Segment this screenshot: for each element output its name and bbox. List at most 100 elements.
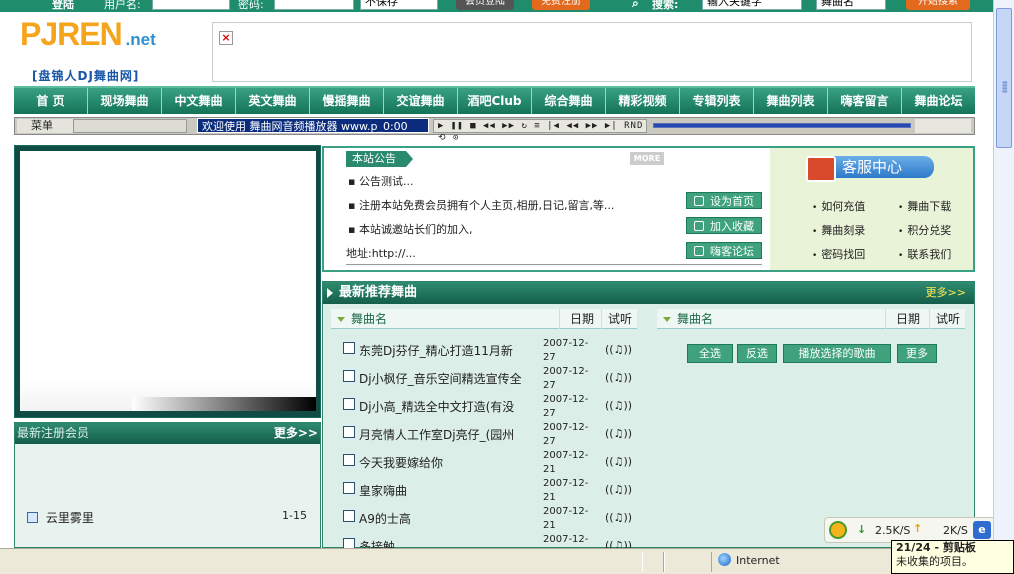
song-row[interactable]: 东莞Dj芬仔_精心打造11月新 2007-12-27 ((♫)) (343, 337, 633, 365)
privacy-icon[interactable] (642, 552, 664, 572)
top-login-bar: 登陆 用户名: 密码: 不保存 会员登陆 免费注册 ⌕ 搜索: 输入关键字 舞曲… (0, 0, 993, 12)
song-checkbox[interactable] (343, 510, 355, 522)
forum-button[interactable]: 嗨客论坛 (686, 242, 762, 259)
invert-select-button[interactable]: 反选 (737, 344, 777, 363)
internet-zone[interactable]: Internet (718, 553, 780, 567)
member-name[interactable]: 云里雾里 (46, 511, 94, 525)
service-center: 客服中心 如何充值 舞曲下载 舞曲刻录 积分兑奖 密码找回 联系我们 (770, 148, 973, 270)
player-controls[interactable]: ▶ ❚❚ ■ ◀◀ ▶▶ ↻ ≡ |◀ ◀◀ ▶▶ ▶| RND ⟲ ⊙ (433, 119, 647, 143)
song-date: 2007-12-21 (543, 478, 589, 503)
remember-select[interactable]: 不保存 (360, 0, 438, 10)
search-type-select[interactable]: 舞曲名 (816, 0, 886, 10)
col-date: 日期 (559, 309, 594, 329)
username-input[interactable] (152, 0, 230, 10)
song-name[interactable]: 今天我要嫁给你 (359, 454, 527, 471)
headphone-icon[interactable]: ((♫)) (605, 427, 632, 440)
nav-item-albums[interactable]: 专辑列表 (680, 88, 754, 114)
logo-subtitle: [盘锦人DJ舞曲网] (32, 69, 140, 83)
song-name[interactable]: Dj小高_精选全中文打造(有没 (359, 398, 527, 415)
notice-more-button[interactable]: MORE (630, 152, 664, 165)
song-row[interactable]: 多接触 2007-12- ((♫)) (343, 533, 633, 548)
nav-item-video[interactable]: 精彩视频 (606, 88, 680, 114)
song-name[interactable]: 多接触 (359, 538, 527, 548)
notice-line[interactable]: ▪ 注册本站免费会员拥有个人主页,相册,日记,留言,等... (348, 197, 614, 213)
song-name[interactable]: Dj小枫仔_音乐空间精选宣传全 (359, 370, 527, 387)
headphone-icon[interactable]: ((♫)) (605, 399, 632, 412)
notice-line[interactable]: ▪ 公告测试... (348, 173, 413, 189)
more-songs-button[interactable]: 更多 (897, 344, 937, 363)
song-checkbox[interactable] (343, 454, 355, 466)
notice-panel: 本站公告 MORE ▪ 公告测试... ▪ 注册本站免费会员拥有个人主页,相册,… (322, 146, 975, 272)
song-checkbox[interactable] (343, 398, 355, 410)
nav-item-english[interactable]: 英文舞曲 (236, 88, 310, 114)
headphone-icon[interactable]: ((♫)) (605, 483, 632, 496)
headphone-icon[interactable]: ((♫)) (605, 539, 632, 548)
song-row[interactable]: A9的士高 2007-12-21 ((♫)) (343, 505, 633, 533)
video-panel (14, 145, 321, 418)
service-link-recharge[interactable]: 如何充值 (812, 198, 865, 214)
service-link-download[interactable]: 舞曲下载 (898, 198, 951, 214)
headphone-icon[interactable]: ((♫)) (605, 511, 632, 524)
add-favorite-button[interactable]: 加入收藏 (686, 217, 762, 234)
song-row[interactable]: 皇家嗨曲 2007-12-21 ((♫)) (343, 477, 633, 505)
nav-item-live[interactable]: 现场舞曲 (88, 88, 162, 114)
nav-item-chinese[interactable]: 中文舞曲 (162, 88, 236, 114)
nav-item-guestbook[interactable]: 嗨客留言 (828, 88, 902, 114)
service-link-burn[interactable]: 舞曲刻录 (812, 222, 865, 238)
member-login-button[interactable]: 会员登陆 (456, 0, 514, 10)
song-name[interactable]: 月亮情人工作室Dj亮仔_(园州 (359, 426, 527, 443)
song-date: 2007-12-27 (543, 338, 589, 363)
nav-item-forum[interactable]: 舞曲论坛 (902, 88, 975, 114)
search-button[interactable]: 开始搜索 (906, 0, 970, 10)
broken-image-icon: × (219, 31, 233, 45)
add-favorite-label: 加入收藏 (710, 220, 754, 233)
headphone-icon[interactable]: ((♫)) (605, 343, 632, 356)
play-selected-button[interactable]: 播放选择的歌曲 (783, 344, 891, 363)
service-link-points[interactable]: 积分兑奖 (898, 222, 951, 238)
song-checkbox[interactable] (343, 538, 355, 548)
song-checkbox[interactable] (343, 482, 355, 494)
audio-player: 菜单 欢迎使用 舞曲网音频播放器 www.p_0:00 ▶ ❚❚ ■ ◀◀ ▶▶… (14, 117, 975, 143)
song-checkbox[interactable] (343, 342, 355, 354)
scrollbar-thumb[interactable]: ▬ ▬ ▬ ▬ (996, 8, 1012, 148)
headphone-icon[interactable]: ((♫)) (605, 371, 632, 384)
select-all-button[interactable]: 全选 (687, 344, 733, 363)
song-row[interactable]: 月亮情人工作室Dj亮仔_(园州 2007-12-27 ((♫)) (343, 421, 633, 449)
volume-slider[interactable] (915, 119, 971, 133)
set-homepage-button[interactable]: 设为首页 (686, 192, 762, 209)
nav-item-slow[interactable]: 慢摇舞曲 (310, 88, 384, 114)
site-logo[interactable]: PJREN .net [盘锦人DJ舞曲网] (20, 16, 188, 83)
song-date: 2007-12-27 (543, 366, 589, 391)
song-date: 2007-12- (543, 534, 589, 545)
song-checkbox[interactable] (343, 370, 355, 382)
main-nav: 首 页 现场舞曲 中文舞曲 英文舞曲 慢摇舞曲 交谊舞曲 酒吧Club 综合舞曲… (14, 86, 975, 114)
register-button[interactable]: 免费注册 (532, 0, 590, 10)
nav-item-home[interactable]: 首 页 (14, 88, 88, 114)
service-link-contact[interactable]: 联系我们 (898, 246, 951, 262)
recommend-more-link[interactable]: 更多>> (926, 282, 966, 304)
members-more-link[interactable]: 更多>> (274, 423, 318, 444)
song-name[interactable]: 东莞Dj芬仔_精心打造11月新 (359, 342, 527, 359)
song-name[interactable]: A9的士高 (359, 510, 527, 527)
search-input[interactable]: 输入关键字 (702, 0, 802, 10)
song-row[interactable]: Dj小枫仔_音乐空间精选宣传全 2007-12-27 ((♫)) (343, 365, 633, 393)
download-arrow-icon: ↓ (857, 523, 867, 536)
song-row[interactable]: 今天我要嫁给你 2007-12-21 ((♫)) (343, 449, 633, 477)
video-screen[interactable] (20, 151, 316, 411)
service-link-password[interactable]: 密码找回 (812, 246, 865, 262)
song-date: 2007-12-27 (543, 394, 589, 419)
player-progress-bar[interactable] (653, 123, 911, 128)
player-menu[interactable]: 菜单 (17, 119, 73, 133)
member-row[interactable]: 云里雾里 1-15 (27, 509, 307, 526)
nav-item-club[interactable]: 酒吧Club (458, 88, 532, 114)
song-name[interactable]: 皇家嗨曲 (359, 482, 527, 499)
page-scrollbar[interactable]: ▬ ▬ ▬ ▬ (993, 0, 1014, 548)
headphone-icon[interactable]: ((♫)) (605, 455, 632, 468)
nav-item-songlist[interactable]: 舞曲列表 (754, 88, 828, 114)
song-checkbox[interactable] (343, 426, 355, 438)
nav-item-mixed[interactable]: 综合舞曲 (532, 88, 606, 114)
notice-line[interactable]: ▪ 本站诚邀站长们的加入, (348, 221, 472, 237)
song-row[interactable]: Dj小高_精选全中文打造(有没 2007-12-27 ((♫)) (343, 393, 633, 421)
password-input[interactable] (274, 0, 354, 10)
nav-item-ballroom[interactable]: 交谊舞曲 (384, 88, 458, 114)
